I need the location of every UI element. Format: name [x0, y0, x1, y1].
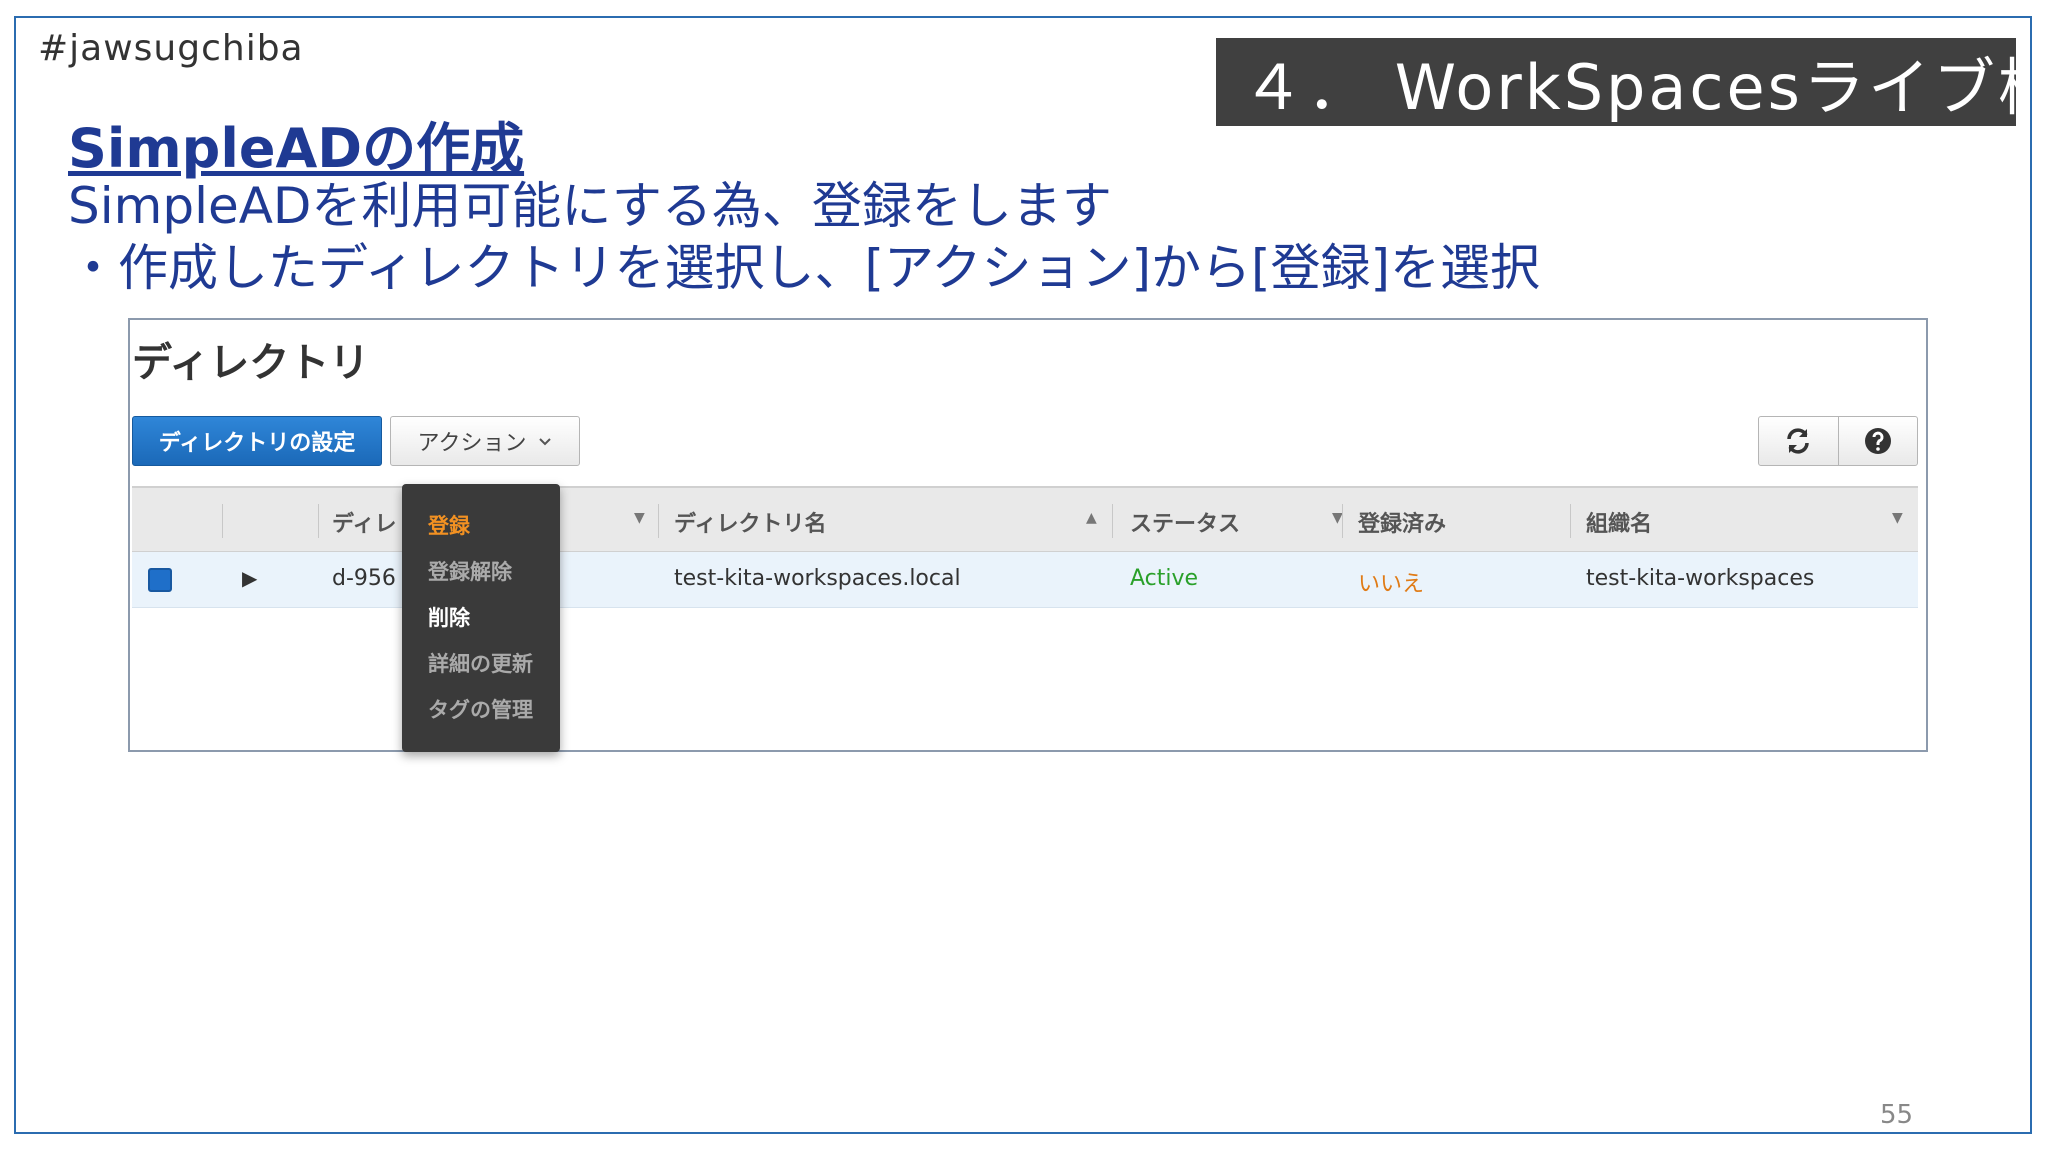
- cell-directory-id: d-956: [332, 566, 396, 591]
- directory-console-panel: ディレクトリ ディレクトリの設定 アクション ディレ ▼ ディレクトリ名 ▲ ス…: [128, 318, 1928, 752]
- column-header-registered[interactable]: 登録済み: [1358, 506, 1446, 538]
- toolbar-icon-group: [1758, 416, 1918, 466]
- directory-setup-button[interactable]: ディレクトリの設定: [132, 416, 382, 466]
- column-separator: [1112, 504, 1113, 538]
- refresh-icon: [1787, 428, 1809, 454]
- column-separator: [222, 504, 223, 538]
- sort-ascending-icon: ▲: [1086, 510, 1097, 526]
- console-title: ディレクトリ: [132, 340, 370, 386]
- sort-icon: ▼: [634, 510, 645, 526]
- column-separator: [1570, 504, 1571, 538]
- column-header-org[interactable]: 組織名: [1586, 506, 1652, 538]
- description-line-2: ・作成したディレクトリを選択し、[アクション]から[登録]を選択: [68, 239, 1541, 297]
- menu-item-delete[interactable]: 削除: [428, 602, 470, 632]
- hashtag: #jawsugchiba: [38, 28, 304, 69]
- caret-right-icon[interactable]: ▶: [242, 566, 257, 590]
- actions-button[interactable]: アクション: [390, 416, 580, 466]
- sort-icon: ▼: [1892, 510, 1903, 526]
- table-header: ディレ ▼ ディレクトリ名 ▲ ステータス ▼ 登録済み 組織名 ▼: [132, 486, 1918, 552]
- column-separator: [658, 504, 659, 538]
- help-button[interactable]: [1837, 417, 1918, 465]
- cell-status: Active: [1130, 566, 1199, 591]
- column-header-status[interactable]: ステータス: [1130, 506, 1240, 538]
- page-number: 55: [1880, 1100, 1914, 1130]
- table-row[interactable]: ▶ d-956 test-kita-workspaces.local Activ…: [132, 552, 1918, 608]
- chevron-down-icon: [538, 432, 552, 451]
- cell-directory-name: test-kita-workspaces.local: [674, 566, 961, 591]
- column-header-id[interactable]: ディレ: [332, 506, 396, 538]
- menu-item-update-details[interactable]: 詳細の更新: [428, 648, 533, 678]
- column-header-name[interactable]: ディレクトリ名: [674, 506, 826, 538]
- actions-button-label: アクション: [417, 431, 527, 456]
- cell-org-name: test-kita-workspaces: [1586, 566, 1815, 591]
- menu-item-manage-tags[interactable]: タグの管理: [428, 694, 533, 724]
- menu-item-deregister[interactable]: 登録解除: [428, 556, 512, 586]
- menu-item-register[interactable]: 登録: [428, 510, 470, 540]
- column-separator: [318, 504, 319, 538]
- row-checkbox[interactable]: [148, 568, 172, 592]
- slide-frame: #jawsugchiba ４． WorkSpacesライブ構築 SimpleAD…: [14, 16, 2032, 1134]
- actions-dropdown-menu: 登録 登録解除 削除 詳細の更新 タグの管理: [402, 484, 560, 752]
- refresh-button[interactable]: [1759, 417, 1838, 465]
- cell-registered: いいえ: [1358, 572, 1425, 597]
- help-icon: [1864, 428, 1891, 454]
- header-banner: ４． WorkSpacesライブ構築: [1216, 38, 2016, 126]
- column-separator: [1342, 504, 1343, 538]
